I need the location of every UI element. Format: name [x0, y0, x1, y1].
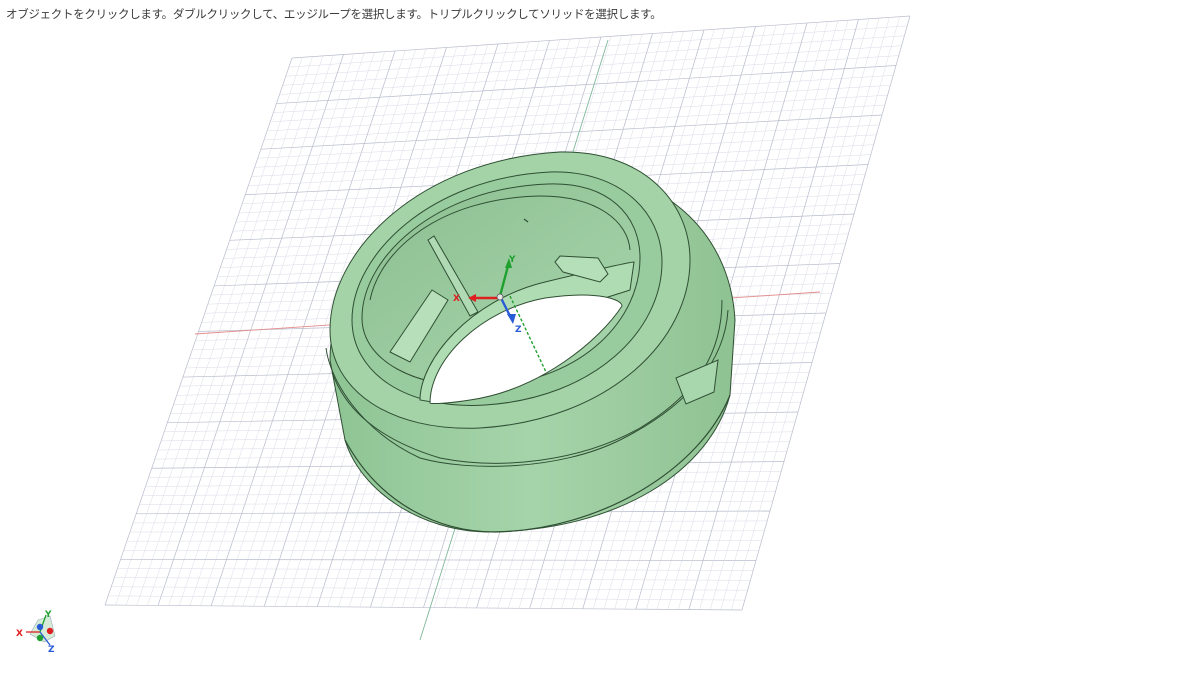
triad-z-label: Z	[48, 645, 55, 655]
gizmo-y-label: Y	[508, 255, 516, 265]
gizmo-z-label: Z	[515, 325, 522, 335]
3d-viewport[interactable]: X Y Z X Y Z	[0, 0, 1200, 675]
gizmo-x-label: X	[453, 294, 460, 304]
grid-line	[108, 595, 745, 601]
gizmo-origin[interactable]	[496, 293, 504, 301]
grid-line	[731, 16, 900, 610]
grid-line	[104, 604, 743, 611]
grid-line	[741, 15, 911, 611]
grid-line	[111, 586, 748, 591]
triad-x-label: X	[16, 629, 23, 639]
grid-line	[720, 17, 890, 610]
view-cube-triad-icon[interactable]: X Y Z	[16, 610, 56, 655]
triad-y-label: Y	[44, 610, 52, 620]
grid-line	[709, 18, 880, 610]
solid-body-ring[interactable]	[325, 151, 736, 533]
